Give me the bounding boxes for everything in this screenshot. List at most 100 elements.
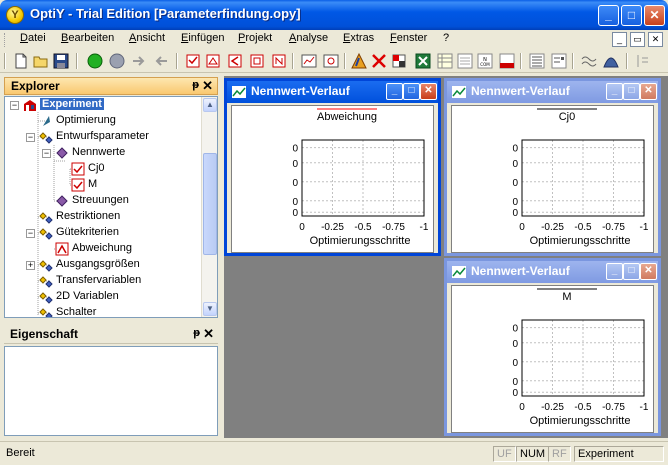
maximize-button[interactable]: □ (623, 263, 640, 280)
properties-panel[interactable] (4, 346, 218, 436)
menu-fenster[interactable]: Fenster (390, 32, 427, 44)
reduce-icon[interactable] (370, 52, 388, 70)
collapse-icon[interactable]: − (42, 149, 51, 158)
close-icon[interactable]: ✕ (202, 78, 213, 94)
run-icon[interactable] (86, 52, 104, 70)
tree-item[interactable]: − Nennwerte (5, 145, 201, 161)
close-button[interactable]: ✕ (644, 5, 665, 26)
scroll-thumb[interactable] (203, 153, 217, 255)
collapse-icon[interactable]: − (26, 229, 35, 238)
distribution-icon[interactable] (602, 52, 620, 70)
menu-einfuegen[interactable]: Einfügen (181, 32, 224, 44)
mdi-close-button[interactable]: ✕ (648, 32, 663, 47)
variable-icon (71, 162, 85, 176)
tree-item-label: Gütekriterien (56, 226, 119, 238)
chart-window-m[interactable]: Nennwert-Verlauf _ □ ✕ M 0 0 0 0 0 0 -0.25 -0.5-… (444, 258, 661, 436)
graph-icon[interactable] (322, 52, 340, 70)
menu-analyse[interactable]: Analyse (289, 32, 328, 44)
tree-item[interactable]: − Entwurfsparameter (5, 129, 201, 145)
mdi-minimize-button[interactable]: _ (612, 32, 627, 47)
add-restriction-icon[interactable] (204, 52, 222, 70)
chart-icon[interactable] (300, 52, 318, 70)
maximize-button[interactable]: □ (403, 83, 420, 100)
chart-window-cj0[interactable]: Nennwert-Verlauf _ □ ✕ Cj0 0 0 0 0 0 0 -0.25 -0.… (444, 78, 661, 256)
line-chart: Cj0000000 -0.25 -0.5 -0.75 -1Optimierungssch… (512, 108, 649, 247)
collapse-icon[interactable]: − (26, 133, 35, 142)
properties-icon[interactable] (550, 52, 568, 70)
tree-item[interactable]: − Experiment (5, 97, 201, 113)
menu-datei[interactable]: Datei (20, 32, 46, 44)
tree-item[interactable]: Optimierung (5, 113, 201, 129)
explorer-tree[interactable]: − Experiment Optimierung − Entwurfsparameter… (4, 96, 218, 318)
tree-item[interactable]: + Ausgangsgrößen (5, 257, 201, 273)
save-icon[interactable] (52, 52, 70, 70)
status-num: NUM (516, 446, 550, 462)
probability-icon[interactable] (390, 52, 408, 70)
wave-icon[interactable] (580, 52, 598, 70)
tree-item[interactable]: Cj0 (5, 161, 201, 177)
maximize-button[interactable]: □ (623, 83, 640, 100)
chart-window-caption[interactable]: Nennwert-Verlauf _ □ ✕ (447, 81, 658, 103)
notes-icon[interactable]: NCOM (476, 52, 494, 70)
add-output-icon[interactable] (248, 52, 266, 70)
close-button[interactable]: ✕ (640, 83, 657, 100)
close-icon[interactable]: ✕ (203, 326, 214, 342)
menu-extras[interactable]: Extras (343, 32, 374, 44)
add-criterion-icon[interactable] (226, 52, 244, 70)
mdi-restore-button[interactable]: ▭ (630, 32, 645, 47)
arrow-left-icon[interactable] (152, 52, 170, 70)
tree-item[interactable]: Transfervariablen (5, 273, 201, 289)
list-icon[interactable] (528, 52, 546, 70)
chart-window-abweichung[interactable]: Nennwert-Verlauf _ □ ✕ Abweichung 0 0 0 0 0 0-… (224, 78, 441, 256)
tree-item[interactable]: M (5, 177, 201, 193)
excel-icon[interactable] (414, 52, 432, 70)
minimize-button[interactable]: _ (598, 5, 619, 26)
add-transfer-icon[interactable] (270, 52, 288, 70)
pin-icon[interactable]: ᵽ (193, 327, 200, 339)
y-tick-label: 0 (292, 159, 298, 170)
parameter-group-icon (39, 290, 53, 304)
optimization-icon (39, 114, 53, 128)
menu-projekt[interactable]: Projekt (238, 32, 272, 44)
chart-window-caption[interactable]: Nennwert-Verlauf _ □ ✕ (447, 261, 658, 283)
report-icon[interactable] (498, 52, 516, 70)
dock-icon[interactable] (634, 52, 652, 70)
pin-icon[interactable]: ᵽ (192, 79, 199, 91)
sheet-icon[interactable] (456, 52, 474, 70)
tree-item[interactable]: Restriktionen (5, 209, 201, 225)
open-folder-icon[interactable] (32, 52, 50, 70)
minimize-button[interactable]: _ (386, 83, 403, 100)
menu-bearbeiten[interactable]: Bearbeiten (61, 32, 114, 44)
stop-icon[interactable] (108, 52, 126, 70)
y-tick-label: 0 (512, 324, 518, 335)
tree-item[interactable]: − Gütekriterien (5, 225, 201, 241)
tree-item[interactable]: Streuungen (5, 193, 201, 209)
add-parameter-icon[interactable] (184, 52, 202, 70)
minimize-button[interactable]: _ (606, 263, 623, 280)
scroll-up-icon[interactable]: ▲ (203, 98, 217, 112)
scroll-down-icon[interactable]: ▼ (203, 302, 217, 316)
menu-help[interactable]: ? (443, 32, 449, 44)
close-button[interactable]: ✕ (640, 263, 657, 280)
minimize-button[interactable]: _ (606, 83, 623, 100)
menu-ansicht[interactable]: Ansicht (129, 32, 165, 44)
collapse-icon[interactable]: − (10, 101, 19, 110)
app-icon[interactable]: Y (6, 6, 24, 24)
y-tick-label: 0 (512, 377, 518, 388)
new-file-icon[interactable] (12, 52, 30, 70)
title-bar[interactable]: Y OptiY - Trial Edition [Parameterfindun… (0, 0, 668, 30)
arrow-right-icon[interactable] (130, 52, 148, 70)
tree-item[interactable]: 2D Variablen (5, 289, 201, 305)
tree-item[interactable]: Abweichung (5, 241, 201, 257)
expand-icon[interactable]: + (26, 261, 35, 270)
y-tick-label: 0 (512, 388, 518, 399)
table-icon[interactable] (436, 52, 454, 70)
tree-item[interactable]: Schalter (5, 305, 201, 317)
close-button[interactable]: ✕ (420, 83, 437, 100)
svg-text:COM: COM (480, 62, 490, 67)
chart-window-caption[interactable]: Nennwert-Verlauf _ □ ✕ (227, 81, 438, 103)
plot-area: M 0 0 0 0 0 0 -0.25 -0.5 -0.75 -1 Optimierungsschri… (451, 285, 654, 433)
optimizer-icon[interactable] (350, 52, 368, 70)
maximize-button[interactable]: □ (621, 5, 642, 26)
explorer-scrollbar[interactable]: ▲ ▼ (201, 97, 217, 317)
